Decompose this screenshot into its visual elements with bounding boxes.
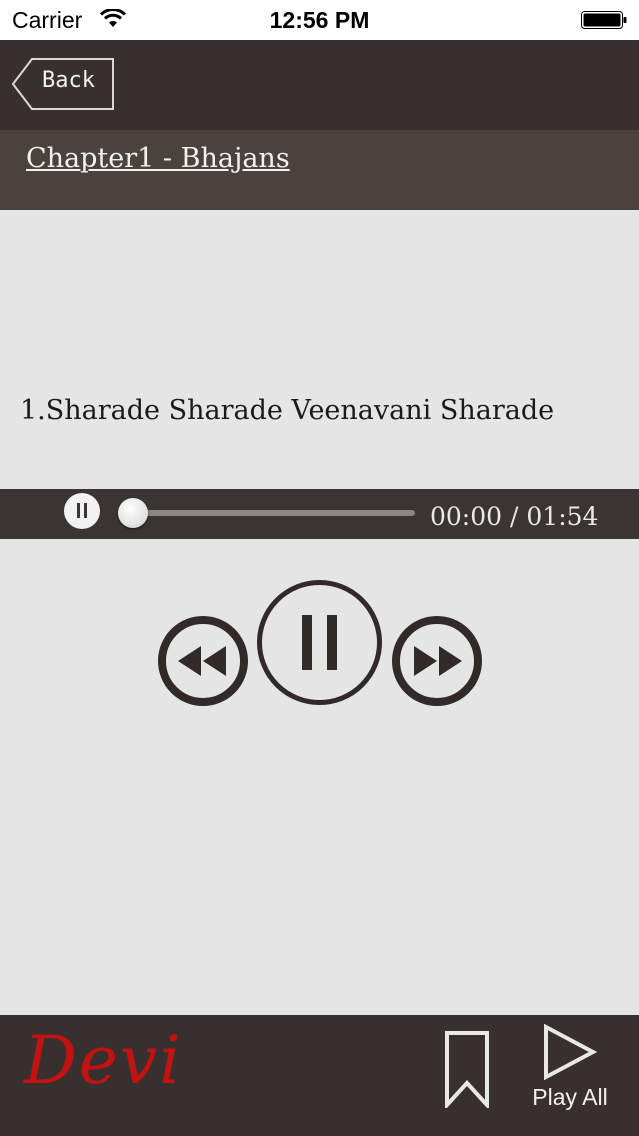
pause-icon-bar-right <box>84 503 87 518</box>
back-button[interactable]: Back <box>12 58 114 110</box>
status-time: 12:56 PM <box>269 7 370 33</box>
app-logo: Devi <box>24 1022 183 1099</box>
progress-thumb[interactable] <box>118 498 148 528</box>
play-all-label[interactable]: Play All <box>520 1084 620 1111</box>
fast-forward-button[interactable] <box>392 616 482 706</box>
status-bar: Carrier 12:56 PM <box>0 0 639 40</box>
chapter-title-link[interactable]: Chapter1 - Bhajans <box>26 143 290 174</box>
mini-pause-button[interactable] <box>64 493 100 529</box>
play-pause-button[interactable] <box>257 580 382 705</box>
play-all-icon[interactable] <box>541 1024 597 1080</box>
time-display: 00:00 / 01:54 <box>430 502 598 531</box>
song-title: 1.Sharade Sharade Veenavani Sharade <box>20 395 555 426</box>
duration: 01:54 <box>526 502 599 531</box>
bookmark-icon[interactable] <box>443 1030 491 1108</box>
fast-forward-icon <box>414 646 462 676</box>
progress-track[interactable] <box>122 510 415 516</box>
rewind-icon <box>178 646 226 676</box>
time-separator: / <box>510 502 519 531</box>
battery-icon <box>581 11 627 29</box>
pause-icon-bar-left <box>77 503 80 518</box>
pause-icon <box>302 615 337 670</box>
current-time: 00:00 <box>430 502 503 531</box>
rewind-button[interactable] <box>158 616 248 706</box>
back-button-label: Back <box>42 68 95 93</box>
